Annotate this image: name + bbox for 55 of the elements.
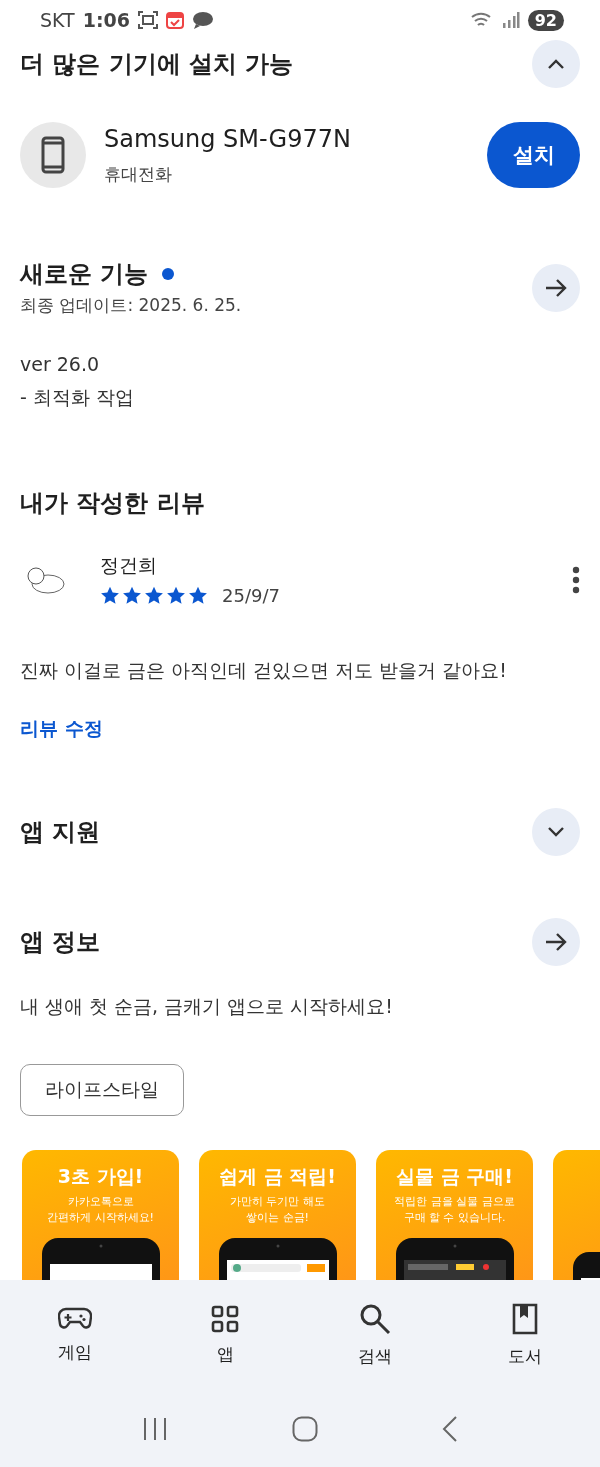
star-icon	[100, 586, 120, 605]
more-options-icon[interactable]	[572, 565, 580, 594]
chevron-icon	[547, 58, 565, 70]
section-title: 앱 지원	[20, 817, 101, 848]
update-date: 최종 업데이트: 2025. 6. 25.	[20, 294, 242, 317]
category-chip[interactable]: 라이프스타일	[20, 1064, 184, 1116]
new-indicator-dot	[162, 268, 175, 280]
card-subtitle: 가만히 두기만 해도 쌓이는 순금!	[230, 1194, 325, 1226]
release-notes: - 최적화 작업	[20, 385, 135, 410]
section-title: 더 많은 기기에 설치 가능	[20, 49, 294, 80]
section-title: 내가 작성한 리뷰	[20, 488, 206, 519]
nav-tab[interactable]: 도서	[450, 1280, 600, 1390]
phone-icon	[41, 136, 65, 174]
battery-level: 92	[527, 9, 564, 31]
version-text: ver 26.0	[20, 353, 101, 375]
open-button[interactable]	[532, 918, 580, 966]
edit-review-link[interactable]: 리뷰 수정	[20, 716, 103, 742]
home-icon[interactable]	[292, 1415, 318, 1442]
card-subtitle: 카카오톡으로 간편하게 시작하세요!	[47, 1194, 154, 1226]
arrow-right-icon	[545, 277, 567, 298]
nav-tab[interactable]: 검색	[300, 1280, 450, 1390]
review-date: 25/9/7	[222, 585, 280, 606]
nav-tab[interactable]: 게임	[0, 1280, 150, 1390]
arrow-right-icon	[545, 932, 567, 952]
recent-apps-icon[interactable]	[142, 1416, 168, 1441]
back-icon[interactable]	[442, 1415, 458, 1442]
device-name: Samsung SM-G977N	[104, 124, 352, 153]
card-title: 3초 가입!	[57, 1164, 144, 1189]
review-text: 진짜 이걸로 금은 아직인데 걷있으면 저도 받을거 같아요!	[20, 658, 508, 683]
calendar-icon	[165, 11, 184, 29]
card-title: 쉽게 금 적립!	[219, 1164, 336, 1189]
apps-grid-icon	[211, 1304, 239, 1333]
install-button[interactable]: 설치	[487, 122, 580, 188]
open-button[interactable]	[532, 263, 580, 312]
gamepad-icon	[58, 1306, 92, 1331]
star-icon	[188, 586, 208, 605]
device-type: 휴대전화	[104, 162, 173, 186]
section-title: 새로운 기능	[20, 259, 149, 290]
reviewer-name: 정건희	[100, 553, 158, 578]
search-icon	[359, 1302, 391, 1335]
book-icon	[512, 1302, 538, 1335]
chevron-icon	[547, 826, 565, 838]
clock: 1:06	[82, 9, 130, 31]
star-icon	[166, 586, 186, 605]
carrier: SKT	[40, 9, 75, 31]
chat-icon	[191, 11, 214, 29]
star-icon	[144, 586, 164, 605]
card-title: 실물 금 구매!	[396, 1164, 513, 1189]
card-subtitle: 적립한 금을 실물 금으로 구매 할 수 있습니다.	[394, 1194, 515, 1226]
nav-tab[interactable]: 앱	[150, 1280, 300, 1390]
signal-icon	[501, 11, 520, 29]
screenshot-icon	[137, 11, 158, 29]
star-icon	[122, 586, 142, 605]
app-description: 내 생애 첫 순금, 금캐기 앱으로 시작하세요!	[20, 994, 394, 1019]
section-title: 앱 정보	[20, 927, 101, 958]
